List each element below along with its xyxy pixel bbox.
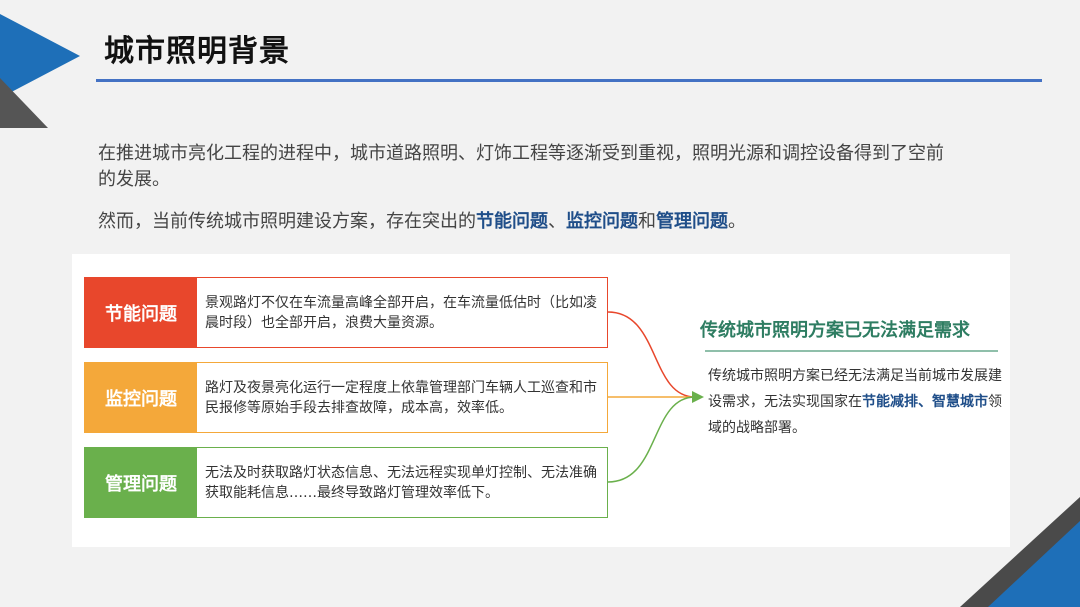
intro-highlight-manage: 管理问题 <box>656 211 728 232</box>
intro-p2-sep1: 、 <box>548 211 566 232</box>
intro-p2-prefix: 然而，当前传统城市照明建设方案，存在突出的 <box>98 211 476 232</box>
problem-text-manage: 无法及时获取路灯状态信息、无法远程实现单灯控制、无法准确获取能耗信息……最终导致… <box>205 465 597 501</box>
connector-curve-energy <box>607 311 696 398</box>
problem-text-energy: 景观路灯不仅在车流量高峰全部开启，在车流量低估时（比如凌晨时段）也全部开启，浪费… <box>205 295 597 331</box>
connector-curve-manage <box>607 396 696 483</box>
connector-arrows <box>607 311 704 483</box>
intro-p2-suffix: 。 <box>728 211 746 232</box>
problem-label-monitor: 监控问题 <box>85 363 197 432</box>
intro-highlight-energy: 节能问题 <box>476 211 548 232</box>
intro-paragraph-1: 在推进城市亮化工程的进程中，城市道路照明、灯饰工程等逐渐受到重视，照明光源和调控… <box>98 143 944 190</box>
problem-text-monitor: 路灯及夜景亮化运行一定程度上依靠管理部门车辆人工巡查和市民报修等原始手段去排查故… <box>205 380 597 416</box>
problem-card-manage: 管理问题 无法及时获取路灯状态信息、无法远程实现单灯控制、无法准确获取能耗信息…… <box>84 447 608 518</box>
connector-arrowhead <box>692 391 704 403</box>
problem-card-monitor: 监控问题 路灯及夜景亮化运行一定程度上依靠管理部门车辆人工巡查和市民报修等原始手… <box>84 362 608 433</box>
conclusion-divider <box>705 350 998 352</box>
intro-p2-sep2: 和 <box>638 211 656 232</box>
conclusion-highlight: 节能减排、智慧城市 <box>862 394 988 410</box>
intro-paragraph-2: 然而，当前传统城市照明建设方案，存在突出的节能问题、监控问题和管理问题。 <box>98 209 948 235</box>
problem-label-manage: 管理问题 <box>85 448 197 517</box>
conclusion-body: 传统城市照明方案已经无法满足当前城市发展建设需求，无法实现国家在节能减排、智慧城… <box>708 363 1008 441</box>
conclusion-title: 传统城市照明方案已无法满足需求 <box>700 320 970 341</box>
problem-card-energy: 节能问题 景观路灯不仅在车流量高峰全部开启，在车流量低估时（比如凌晨时段）也全部… <box>84 277 608 348</box>
problem-label-energy: 节能问题 <box>85 278 197 347</box>
title-underline <box>96 79 1042 82</box>
slide-title: 城市照明背景 <box>104 34 290 69</box>
corner-decoration-gray-triangle <box>0 78 48 128</box>
intro-highlight-monitor: 监控问题 <box>566 211 638 232</box>
